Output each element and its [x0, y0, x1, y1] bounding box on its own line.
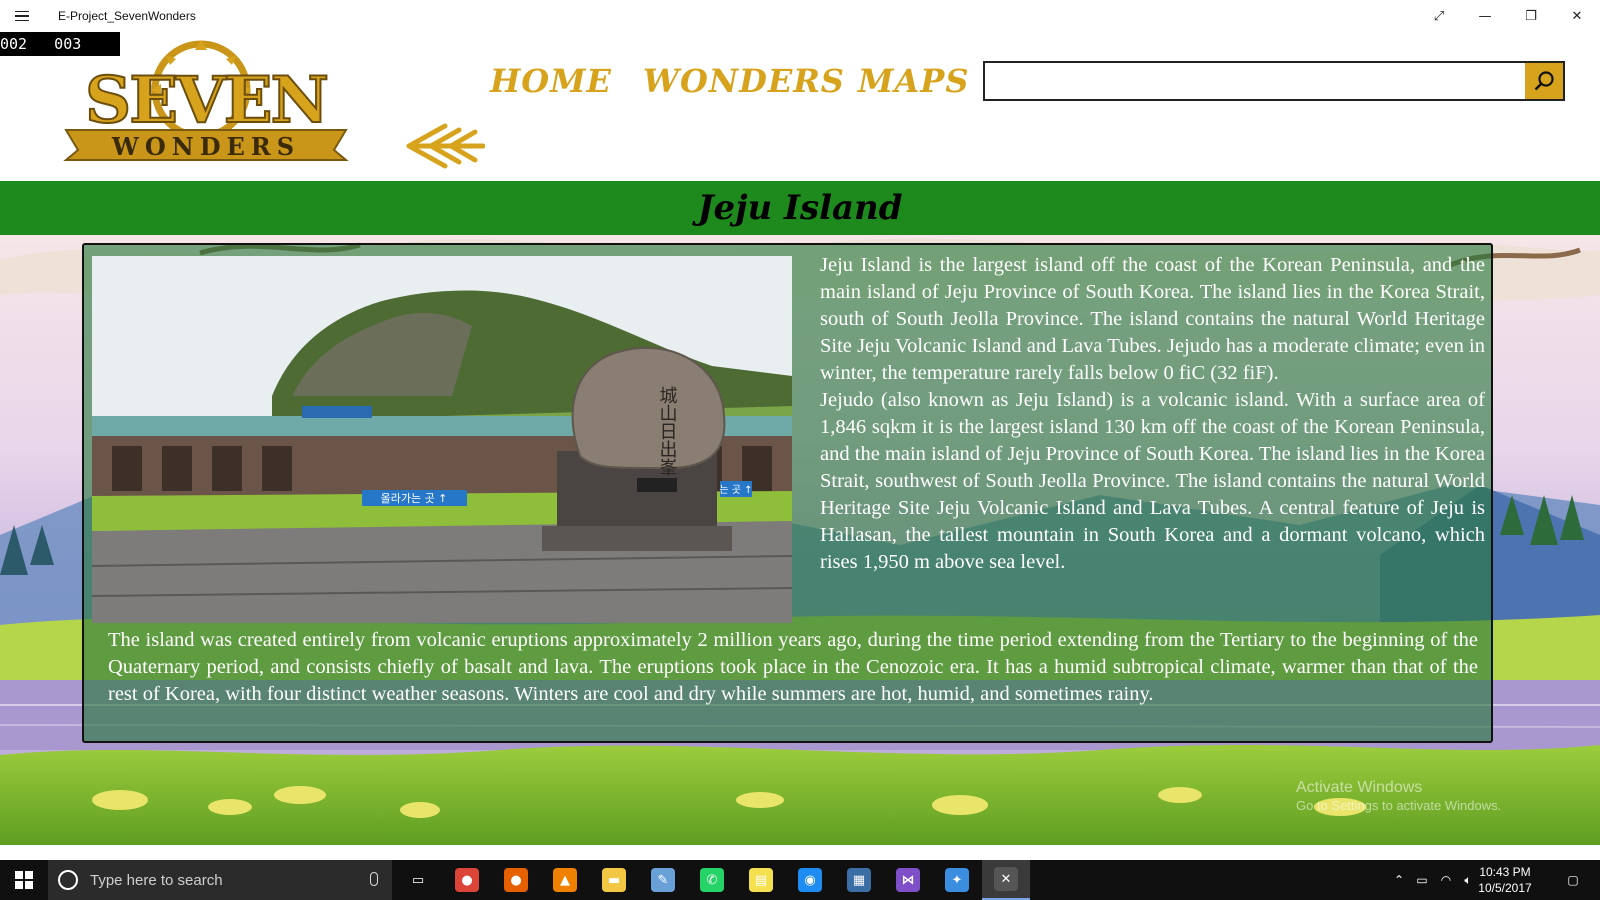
- window-controls: ⤢ — ❐ ✕: [1416, 0, 1600, 32]
- search-icon: [1534, 71, 1554, 91]
- taskbar-chrome-icon[interactable]: ●: [443, 860, 491, 900]
- taskbar: Type here to search ▭ ● ● ▲ ▬ ✎ ✆ ▤ ◉ ▦ ⋈ ✦ ✕ ⌃ ▭ ◠ …: [0, 860, 1600, 900]
- taskbar-firefox-icon[interactable]: ●: [492, 860, 540, 900]
- running-app-glyph: ✕: [994, 867, 1018, 891]
- page-title-band: Jeju Island: [0, 181, 1600, 235]
- taskbar-search[interactable]: Type here to search: [48, 860, 392, 900]
- taskbar-running-app-icon[interactable]: ✕: [982, 860, 1030, 900]
- photo-sign-left: 올라가는 곳 ↑: [381, 492, 448, 505]
- taskbar-visual-studio-icon[interactable]: ⋈: [884, 860, 932, 900]
- taskbar-whatsapp-icon[interactable]: ✆: [688, 860, 736, 900]
- taskbar-file-explorer-icon[interactable]: ▬: [590, 860, 638, 900]
- hamburger-menu-icon[interactable]: [0, 0, 44, 32]
- logo-graphic: SEVEN WONDERS: [63, 40, 349, 161]
- jeju-photo: 올라가는 곳 ↑ 는 곳 ↑ 城山日出峯: [92, 256, 792, 623]
- vlc-glyph: ▲: [553, 868, 577, 892]
- seven-wonders-logo[interactable]: SEVEN WONDERS: [56, 38, 356, 163]
- fullscreen-button[interactable]: ⤢: [1416, 0, 1462, 32]
- wifi-icon[interactable]: ◠: [1434, 860, 1458, 900]
- logo-bottom-text: WONDERS: [111, 132, 300, 161]
- app-window: E-Project_SevenWonders ⤢ — ❐ ✕ 002 003 S…: [0, 0, 1600, 900]
- whatsapp-glyph: ✆: [700, 868, 724, 892]
- watermark-line2: Go to Settings to activate Windows.: [1296, 798, 1502, 813]
- restore-button[interactable]: ❐: [1508, 0, 1554, 32]
- taskbar-sticky-notes-icon[interactable]: ▤: [737, 860, 785, 900]
- paragraph-geography: Jejudo (also known as Jeju Island) is a …: [820, 389, 1485, 573]
- start-button[interactable]: [0, 860, 48, 900]
- chrome-glyph: ●: [455, 868, 479, 892]
- nav-maps[interactable]: MAPS: [858, 62, 969, 100]
- task-view-glyph: ▭: [406, 868, 430, 892]
- firefox-glyph: ●: [504, 868, 528, 892]
- back-arrow-icon[interactable]: [405, 122, 486, 170]
- close-button[interactable]: ✕: [1554, 0, 1600, 32]
- search-button[interactable]: [1525, 63, 1563, 99]
- windows-logo-icon: [15, 871, 33, 889]
- messenger-glyph: ◉: [798, 868, 822, 892]
- paragraph-history: The island was created entirely from vol…: [108, 629, 1478, 705]
- page-title: Jeju Island: [697, 188, 903, 228]
- taskbar-search-placeholder: Type here to search: [90, 871, 223, 889]
- taskbar-task-view-icon[interactable]: ▭: [394, 860, 442, 900]
- clock-time: 10:43 PM: [1479, 865, 1531, 879]
- photo-sign-right: 는 곳 ↑: [719, 484, 752, 496]
- logo-top-text: SEVEN: [85, 63, 327, 138]
- paint-3d-glyph: ✦: [945, 868, 969, 892]
- app-window-glyph: ▦: [847, 868, 871, 892]
- photo-stone-text: 城山日出峯: [657, 386, 678, 476]
- nav-home[interactable]: HOME: [490, 62, 612, 100]
- nav-wonders[interactable]: WONDERS: [643, 62, 845, 100]
- paragraph-intro: Jeju Island is the largest island off th…: [820, 254, 1485, 384]
- description-right: Jeju Island is the largest island off th…: [820, 252, 1485, 576]
- paint-glyph: ✎: [651, 868, 675, 892]
- microphone-icon[interactable]: [370, 872, 378, 886]
- cortana-icon: [58, 870, 78, 890]
- notifications-icon[interactable]: ▢: [1556, 860, 1590, 900]
- minimize-button[interactable]: —: [1462, 0, 1508, 32]
- battery-icon[interactable]: ▭: [1410, 860, 1434, 900]
- title-bar: E-Project_SevenWonders ⤢ — ❐ ✕: [0, 0, 1600, 32]
- taskbar-paint-icon[interactable]: ✎: [639, 860, 687, 900]
- window-title: E-Project_SevenWonders: [58, 9, 196, 23]
- search-input[interactable]: [985, 63, 1563, 99]
- taskbar-clock[interactable]: 10:43 PM 10/5/2017: [1470, 864, 1540, 896]
- search-box: [983, 61, 1565, 101]
- taskbar-app-window-icon[interactable]: ▦: [835, 860, 883, 900]
- show-hidden-icons-icon[interactable]: ⌃: [1388, 860, 1410, 900]
- watermark-line1: Activate Windows: [1296, 779, 1423, 796]
- activate-windows-watermark: Activate Windows Go to Settings to activ…: [1296, 779, 1596, 815]
- sticky-notes-glyph: ▤: [749, 868, 773, 892]
- taskbar-vlc-icon[interactable]: ▲: [541, 860, 589, 900]
- taskbar-paint-3d-icon[interactable]: ✦: [933, 860, 981, 900]
- taskbar-messenger-icon[interactable]: ◉: [786, 860, 834, 900]
- visual-studio-glyph: ⋈: [896, 868, 920, 892]
- file-explorer-glyph: ▬: [602, 868, 626, 892]
- clock-date: 10/5/2017: [1478, 881, 1532, 895]
